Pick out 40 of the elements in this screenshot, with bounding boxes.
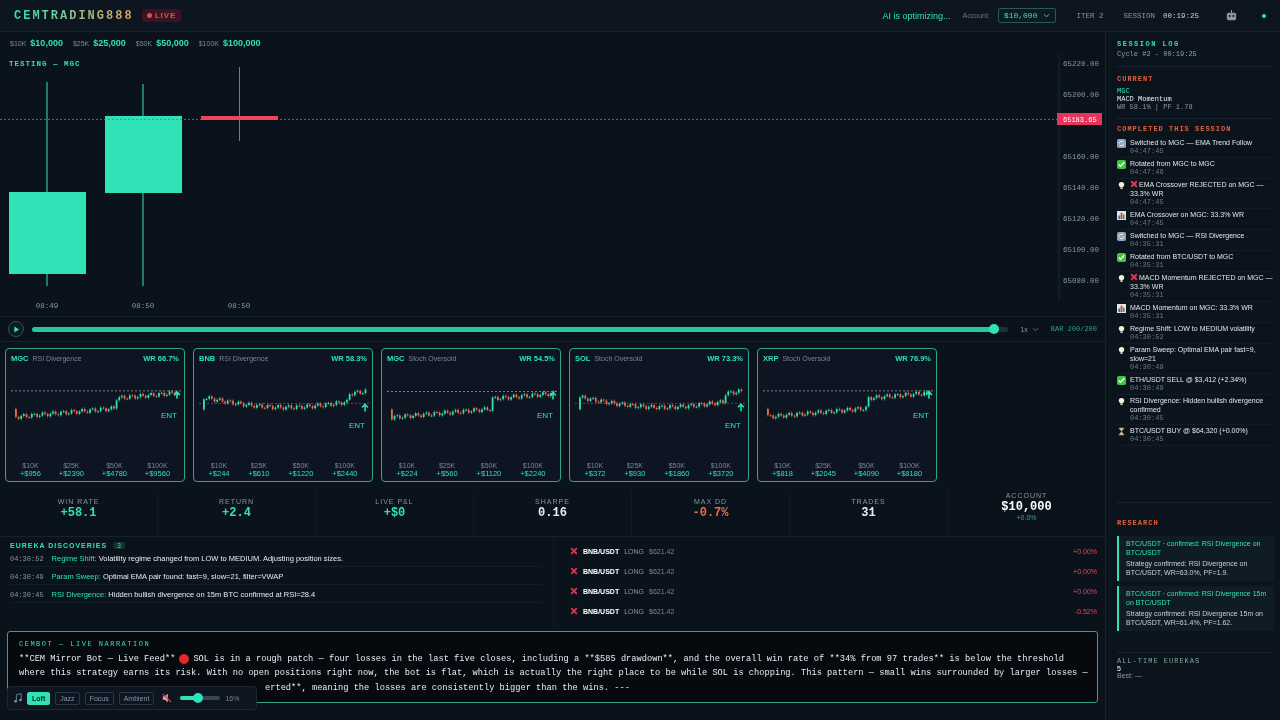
cross-icon [570,567,578,575]
entry-marker: ENT [913,411,929,420]
cross-icon [570,547,578,555]
caret-icon [1031,326,1039,332]
narration-text: SOL is in a rough patch — four losses in the last five closes, including a **$585 drawdown**, and the overall win rate of **34% from 97 trades** is below the threshold [193,654,1065,665]
status-text: AI is optimizing... [882,10,951,21]
robot-icon[interactable] [1225,9,1238,22]
play-icon [12,325,20,333]
entry-marker: ENT [161,411,177,420]
narration-text: erted**, meaning the losses are consistently bigger than the wins. --- [265,682,630,693]
playback-slider[interactable] [32,326,1009,332]
stat-value: -0.7% [692,506,729,520]
account-select[interactable]: $10,000 [997,8,1057,23]
stat-value: 31 [861,506,876,520]
stat-value: +$0 [383,506,406,520]
stat-value: +2.4 [222,506,251,520]
narration-text: where this strategy earns its risk. With no open positions right now, the bot is flat, which is actually the right place to be while SOL is chopping. This pattern — small wins surrounded by larger losses — [19,668,1088,679]
cross-icon [570,607,578,615]
stat-value: +58.1 [60,506,97,520]
capital-preset[interactable]: $100,000 [222,38,261,48]
stat-value: 0.16 [538,506,567,520]
cross-icon [570,587,578,595]
capital-preset[interactable]: $25,000 [93,38,126,48]
connection-dot [1262,13,1266,18]
caret-icon [1043,13,1051,18]
status-dot-icon [179,654,190,665]
live-badge: LIVE [141,9,182,22]
mute-icon[interactable] [162,693,173,703]
music-note-icon [14,693,22,703]
cross-icon [1130,180,1138,188]
entry-marker: ENT [537,411,553,420]
entry-marker: ENT [349,421,365,430]
volume-slider[interactable] [180,696,221,700]
account-value: $10,000 [1001,500,1052,514]
entry-marker: ENT [725,421,741,430]
capital-preset[interactable]: $50,000 [156,38,189,48]
narration-text: **CEM Mirror Bot — Live Feed** [19,654,176,665]
cross-icon [1130,273,1138,281]
play-button[interactable] [8,321,24,337]
capital-preset[interactable]: $10,000 [30,38,63,48]
